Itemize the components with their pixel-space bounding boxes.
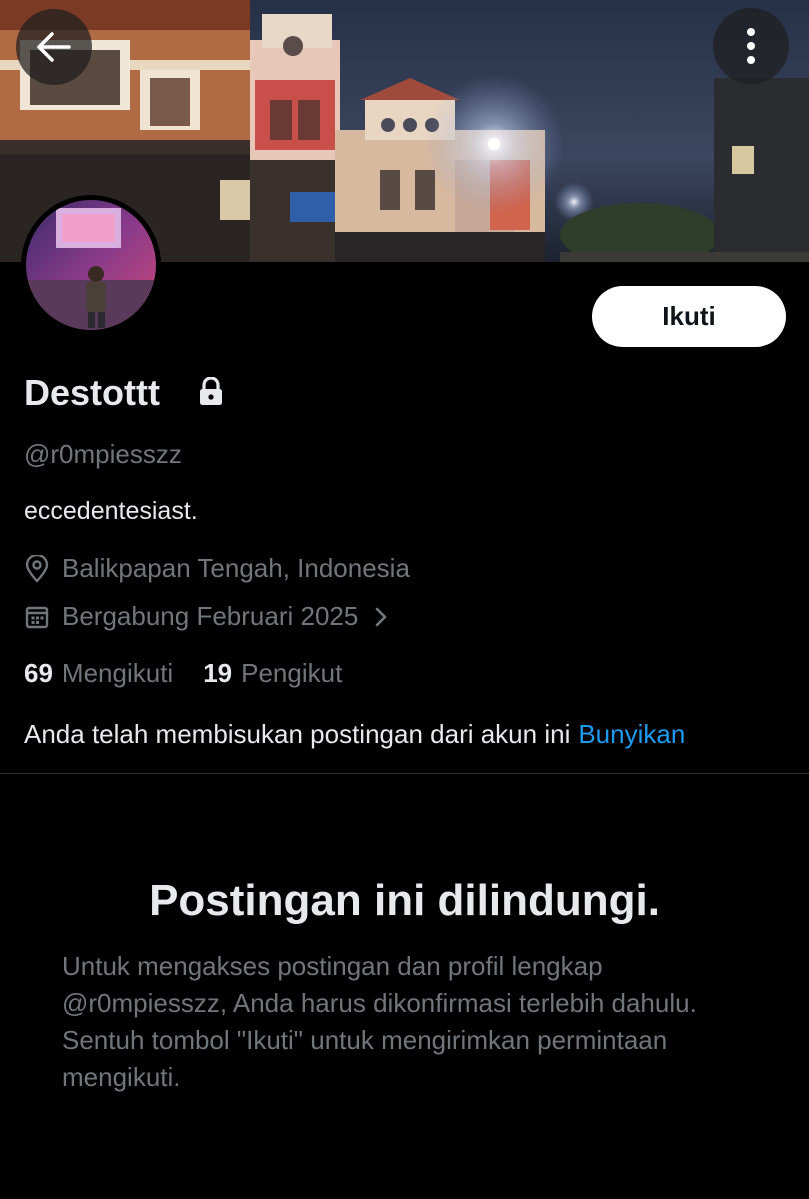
unmute-link[interactable]: Bunyikan xyxy=(578,719,685,749)
following-count: 69 xyxy=(24,658,53,688)
followers-label: Pengikut xyxy=(241,658,343,688)
back-button[interactable] xyxy=(16,9,92,85)
arrow-left-icon xyxy=(37,32,71,62)
muted-notice: Anda telah membisukan postingan dari aku… xyxy=(24,719,685,750)
lock-icon xyxy=(200,377,222,405)
follow-stats: 69 Mengikuti 19 Pengikut xyxy=(24,658,342,689)
muted-notice-text: Anda telah membisukan postingan dari aku… xyxy=(24,719,571,749)
calendar-icon xyxy=(25,606,49,628)
more-vertical-icon xyxy=(747,28,755,64)
followers-count: 19 xyxy=(203,658,233,688)
divider xyxy=(0,773,809,774)
bio: eccedentesiast. xyxy=(24,497,198,525)
avatar-image xyxy=(26,200,156,330)
protected-description: Untuk mengakses postingan dan profil len… xyxy=(62,951,697,1092)
more-options-button[interactable] xyxy=(713,8,789,84)
following-label: Mengikuti xyxy=(61,658,174,688)
location-text: Balikpapan Tengah, Indonesia xyxy=(62,553,410,583)
joined-text: Bergabung Februari 2025 xyxy=(62,601,359,631)
follow-button[interactable]: Ikuti xyxy=(592,286,786,347)
following-link[interactable]: 69 Mengikuti xyxy=(24,658,173,689)
location-pin-icon xyxy=(25,554,49,583)
protected-title: Postingan ini dilindungi. xyxy=(149,876,660,925)
user-handle: @r0mpiesszz xyxy=(24,439,182,469)
joined-date-row[interactable]: Bergabung Februari 2025 xyxy=(24,601,388,632)
chevron-right-icon xyxy=(376,607,387,626)
display-name: Destottt xyxy=(24,372,160,413)
avatar[interactable] xyxy=(21,195,161,335)
followers-link[interactable]: 19 Pengikut xyxy=(203,658,342,689)
location-row: Balikpapan Tengah, Indonesia xyxy=(24,553,410,584)
